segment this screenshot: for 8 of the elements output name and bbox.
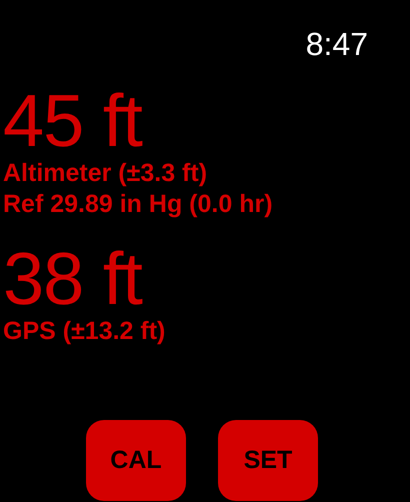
reading-value: 38 ft xyxy=(3,242,142,316)
reading-detail: Ref 29.89 in Hg (0.0 hr) xyxy=(3,189,273,220)
action-button[interactable]: SET xyxy=(218,420,318,501)
action-button[interactable]: CAL xyxy=(86,420,186,501)
reading-value: 45 ft xyxy=(3,84,142,158)
status-time: 8:47 xyxy=(306,26,368,64)
reading-detail: GPS (±13.2 ft) xyxy=(3,316,166,347)
reading-detail: Altimeter (±3.3 ft) xyxy=(3,158,208,189)
